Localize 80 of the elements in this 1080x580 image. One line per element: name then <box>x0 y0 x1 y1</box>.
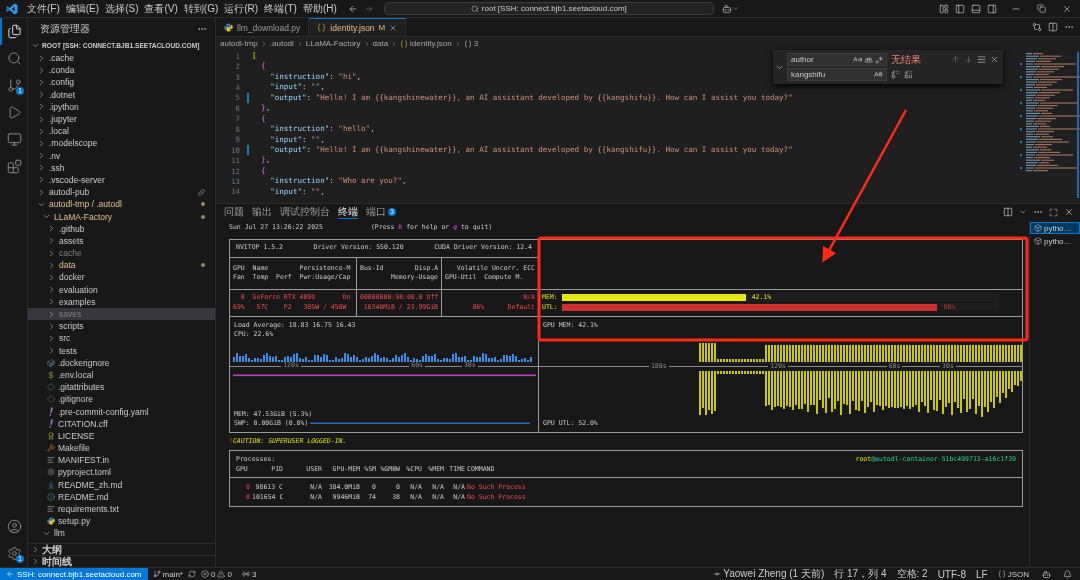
folder-item[interactable]: src <box>28 332 215 345</box>
file-item[interactable]: Makefile <box>28 442 215 455</box>
file-item[interactable]: .pre-commit-config.yaml <box>28 405 215 418</box>
folder-item[interactable]: autodl-tmp / .autodl <box>28 198 215 211</box>
breadcrumb-item[interactable]: identity.json <box>400 39 452 48</box>
breadcrumb-item[interactable]: .autodl <box>269 39 294 48</box>
panel-tab[interactable]: 问题 <box>224 205 244 219</box>
folder-item[interactable]: .conda <box>28 64 215 77</box>
error-count: 0 <box>210 569 216 579</box>
command-center[interactable]: root [SSH: connect.bjb1.seetacloud.com] <box>383 2 714 15</box>
breadcrumb-item[interactable]: data <box>372 39 389 48</box>
folder-item[interactable]: .config <box>28 76 215 89</box>
folder-item[interactable]: .cache <box>28 52 215 65</box>
folder-item[interactable]: .vscode-server <box>28 173 215 187</box>
folder-item[interactable]: scripts <box>28 320 215 333</box>
sidebar-section[interactable]: 时间线 <box>28 555 215 567</box>
menu-item[interactable]: 转到(G) <box>180 1 222 16</box>
file-item[interactable]: .env.local <box>28 368 215 382</box>
folder-item[interactable]: .local <box>28 125 215 138</box>
file-item[interactable]: setup.py <box>28 515 215 528</box>
breadcrumb-item[interactable]: 3 <box>463 39 479 48</box>
folder-item[interactable]: docker <box>28 271 215 284</box>
folder-item[interactable]: examples <box>28 295 215 308</box>
folder-item[interactable]: .modelscope <box>28 137 215 150</box>
folder-item[interactable]: autodl-pub <box>28 186 215 199</box>
file-item[interactable]: requirements.txt <box>28 502 215 516</box>
remote-indicator[interactable]: SSH: connect.bjb1.seetacloud.com <box>0 568 148 580</box>
menu-item[interactable]: 选择(S) <box>102 1 142 16</box>
modified-label: M <box>378 23 386 32</box>
file-item[interactable]: .gitattributes <box>28 381 215 394</box>
status-item[interactable]: 空格: 2 <box>891 567 933 580</box>
file-item[interactable]: README.md <box>28 490 215 503</box>
breadcrumb-item[interactable]: autodl-tmp <box>220 39 258 48</box>
panel-tab[interactable]: 调试控制台 <box>280 205 330 219</box>
problems-status[interactable]: 0 0 <box>195 569 237 579</box>
folder-item[interactable]: .dotnet <box>28 88 215 101</box>
file-item[interactable]: pyproject.toml <box>28 466 215 479</box>
folder-item[interactable]: LLaMA-Factory <box>28 210 215 223</box>
sidebar-title: 资源管理器 <box>40 21 90 36</box>
panel-tab[interactable]: 输出 <box>252 205 272 219</box>
replace-field[interactable]: kangshifu <box>787 68 887 81</box>
terminal-tab[interactable]: pytho… <box>1030 222 1080 234</box>
terminal-tab[interactable]: pytho… <box>1030 235 1080 247</box>
status-item[interactable]: LF <box>971 568 993 580</box>
ports-status[interactable]: 3 <box>236 569 262 579</box>
menu-item[interactable]: 运行(R) <box>221 1 262 16</box>
find-field[interactable]: author <box>787 53 887 66</box>
folder-item[interactable]: .ipython <box>28 100 215 113</box>
folder-item[interactable]: .jupyter <box>28 112 215 126</box>
menu-item[interactable]: 文件(F) <box>24 1 63 16</box>
file-item[interactable]: README_zh.md <box>28 478 215 491</box>
panel-tab[interactable]: 终端 <box>338 205 358 219</box>
status-item[interactable]: UTF-8 <box>932 568 971 580</box>
menu-item[interactable]: 查看(V) <box>141 1 181 16</box>
file-item[interactable]: LICENSE <box>28 429 215 442</box>
sidebar-section[interactable]: 大纲 <box>28 543 215 555</box>
editor-tab[interactable]: identity.json M <box>309 18 407 36</box>
folder-item[interactable]: .nv <box>28 149 215 162</box>
file-item[interactable]: CITATION.cff <box>28 417 215 430</box>
folder-item[interactable]: assets <box>28 234 215 247</box>
folder-item[interactable]: evaluation <box>28 283 215 296</box>
language-status[interactable]: JSON <box>992 569 1034 579</box>
folder-item[interactable]: tests <box>28 344 215 357</box>
menu-item[interactable]: 编辑(E) <box>62 1 103 16</box>
file-item[interactable]: MANIFEST.in <box>28 454 215 467</box>
result-text: 无结果 <box>891 52 921 67</box>
status-item[interactable]: 行 17，列 4 <box>829 567 892 580</box>
folder-item[interactable]: .ssh <box>28 161 215 174</box>
menu-item[interactable]: 帮助(H) <box>299 1 340 16</box>
menu-item[interactable]: 终端(T) <box>261 1 300 16</box>
file-item[interactable]: .dockerignore <box>28 356 215 369</box>
folder-item[interactable]: llm <box>28 527 215 540</box>
branch-status[interactable]: main* <box>147 569 188 579</box>
breadcrumb-item[interactable]: LLaMA-Factory <box>305 39 361 48</box>
folder-item[interactable]: .github <box>28 222 215 235</box>
file-item[interactable]: .gitignore <box>28 393 215 406</box>
folder-item[interactable]: data <box>28 259 215 272</box>
folder-item[interactable]: cache <box>28 247 215 260</box>
warning-count: 0 <box>227 569 232 579</box>
blame-status[interactable]: Yaowei Zheng (1 天前) <box>708 567 830 580</box>
